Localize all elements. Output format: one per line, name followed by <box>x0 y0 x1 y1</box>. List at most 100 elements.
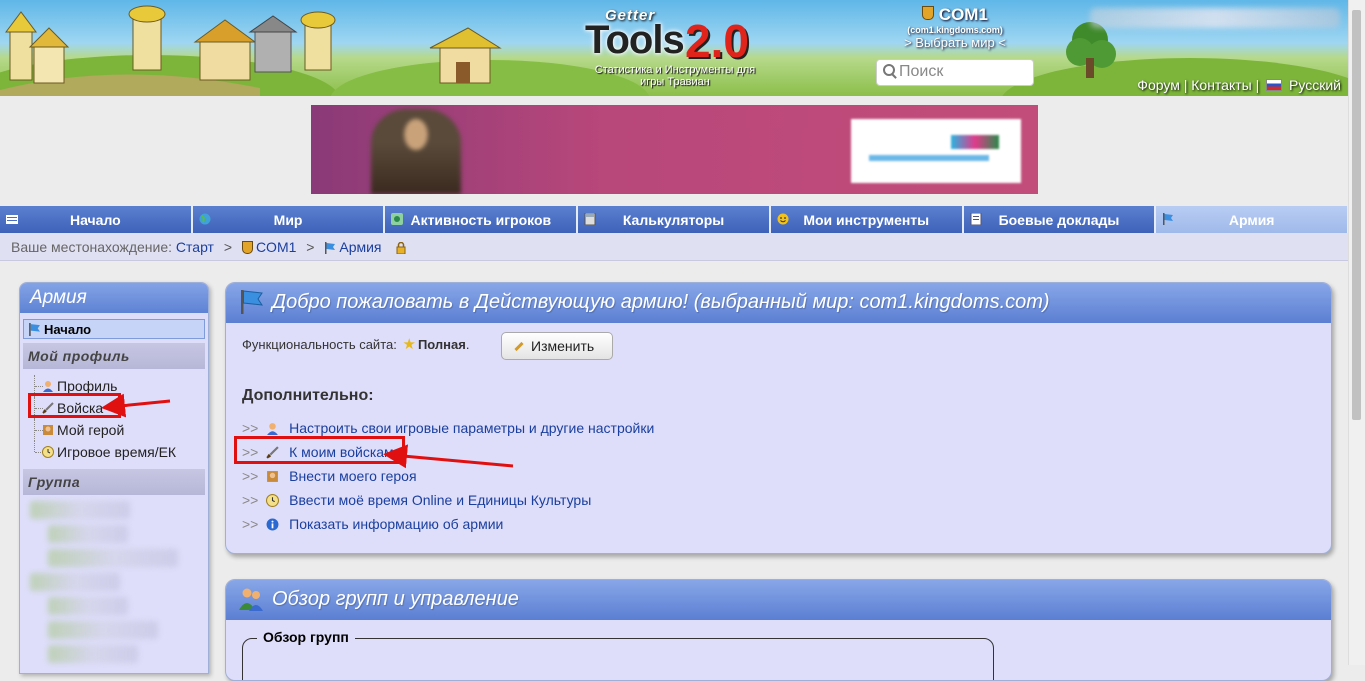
tab-home[interactable]: Начало <box>0 206 193 233</box>
site-functionality: Функциональность сайта: ★ Полная. <box>242 336 470 353</box>
shield-icon <box>922 6 935 20</box>
blurred-group-item <box>48 525 128 543</box>
breadcrumb-army-link[interactable]: Армия <box>339 239 381 255</box>
world-selector: COM1 (com1.kingdoms.com) > Выбрать мир < <box>880 5 1030 50</box>
arrow-marker: >> <box>242 516 259 532</box>
tab-my-tools[interactable]: Мои инструменты <box>770 206 964 233</box>
groups-overview-fieldset: Обзор групп <box>242 629 994 680</box>
blurred-group-item <box>48 621 158 639</box>
info-icon <box>266 518 279 531</box>
tab-label: Мир <box>273 211 303 228</box>
change-button[interactable]: Изменить <box>501 332 613 360</box>
tab-calculators[interactable]: Калькуляторы <box>578 206 771 233</box>
settings-link[interactable]: Настроить свои игровые параметры и други… <box>289 420 654 436</box>
blurred-group-item <box>48 597 128 615</box>
annotation-highlight-box <box>28 393 121 418</box>
sidebar-item-game-time[interactable]: Игровое время/ЕК <box>20 441 208 463</box>
online-time-link[interactable]: Ввести моё время Online и Единицы Культу… <box>289 492 591 508</box>
hero-icon <box>267 471 279 482</box>
clock-icon <box>266 494 280 507</box>
russian-flag-icon <box>1266 79 1283 91</box>
globe-icon <box>199 213 211 225</box>
blurred-group-item <box>48 549 178 567</box>
tab-label: Мои инструменты <box>803 211 930 228</box>
search-input[interactable]: Поиск <box>876 59 1034 86</box>
world-domain: (com1.kingdoms.com) <box>907 25 1003 35</box>
flag-icon <box>241 290 264 314</box>
shield-icon <box>241 241 253 254</box>
hero-icon <box>43 425 53 435</box>
groups-overview-legend: Обзор групп <box>257 629 355 645</box>
page-scrollbar[interactable] <box>1348 0 1365 665</box>
pencil-icon <box>514 341 524 352</box>
enter-hero-link[interactable]: Внести моего героя <box>289 468 416 484</box>
sidebar-item-start[interactable]: Начало <box>23 319 205 339</box>
tab-battle-reports[interactable]: Боевые доклады <box>963 206 1157 233</box>
functionality-label: Функциональность сайта: <box>242 337 397 352</box>
star-icon: ★ <box>402 336 416 353</box>
groups-title: Обзор групп и управление <box>272 588 519 610</box>
welcome-panel: Добро пожаловать в Действующую армию! (в… <box>225 282 1332 554</box>
welcome-title: Добро пожаловать в Действующую армию! (в… <box>272 291 1050 313</box>
advertisement-banner[interactable] <box>311 105 1038 194</box>
list-item: >> Внести моего героя <box>242 464 654 488</box>
main-nav: Начало Мир Активность игроков Калькулято… <box>0 206 1350 233</box>
blurred-user-info <box>1090 8 1340 28</box>
welcome-panel-header: Добро пожаловать в Действующую армию! (в… <box>226 283 1331 323</box>
breadcrumb-world-link[interactable]: COM1 <box>256 239 296 255</box>
sidebar-item-my-hero[interactable]: Мой герой <box>20 419 208 441</box>
functionality-value: Полная <box>417 337 466 352</box>
header-links: Форум | Контакты | Русский <box>1137 77 1341 93</box>
tab-label: Армия <box>1228 211 1275 228</box>
blurred-group-item <box>30 573 120 591</box>
contacts-link[interactable]: Контакты <box>1191 77 1251 93</box>
sidebar-item-label: Начало <box>44 322 92 337</box>
additional-heading: Дополнительно: <box>242 387 374 404</box>
additional-links: >> Настроить свои игровые параметры и др… <box>242 416 654 536</box>
change-button-label: Изменить <box>531 338 595 354</box>
language-link[interactable]: Русский <box>1289 77 1341 93</box>
tab-label: Начало <box>69 211 121 228</box>
tab-player-activity[interactable]: Активность игроков <box>385 206 579 233</box>
sidebar: Армия Начало Мой профиль Профиль Войска … <box>19 282 209 674</box>
site-logo[interactable]: Getter Tools 2.0 Статистика и Инструмент… <box>585 4 765 88</box>
select-world-link[interactable]: > Выбрать мир < <box>880 35 1030 50</box>
tab-world[interactable]: Мир <box>192 206 386 233</box>
breadcrumb-start-link[interactable]: Старт <box>176 239 214 255</box>
smiley-icon <box>777 213 789 225</box>
sidebar-section-group: Группа <box>23 469 205 495</box>
logo-tools: Tools <box>585 18 685 62</box>
world-name: COM1 <box>880 5 1030 25</box>
village-buildings-illustration <box>0 5 502 96</box>
site-header: Getter Tools 2.0 Статистика и Инструмент… <box>0 0 1349 96</box>
sidebar-section-my-profile: Мой профиль <box>23 343 205 369</box>
arrow-marker: >> <box>242 492 259 508</box>
clock-icon <box>42 446 54 458</box>
sidebar-item-label: Игровое время/ЕК <box>57 444 177 460</box>
army-info-link[interactable]: Показать информацию об армии <box>289 516 503 532</box>
activity-icon <box>391 213 404 225</box>
flag-icon <box>325 242 336 254</box>
flag-icon <box>1163 213 1174 225</box>
tab-label: Боевые доклады <box>998 211 1120 228</box>
tab-label: Активность игроков <box>410 211 552 228</box>
tab-army[interactable]: Армия <box>1156 206 1350 233</box>
lock-icon[interactable] <box>395 242 407 254</box>
ad-logo-box <box>851 119 1021 183</box>
arrow-marker: >> <box>242 420 259 436</box>
home-icon <box>6 215 18 224</box>
list-item: >> Показать информацию об армии <box>242 512 654 536</box>
breadcrumb-separator: > <box>223 239 233 255</box>
scrollbar-thumb[interactable] <box>1352 10 1361 420</box>
link-separator: | <box>1183 77 1188 93</box>
breadcrumb: Ваше местонахождение: Старт > COM1 > Арм… <box>0 233 1349 261</box>
annotation-highlight-box <box>234 436 405 464</box>
breadcrumb-prefix: Ваше местонахождение: <box>11 239 173 255</box>
groups-panel: Обзор групп и управление Обзор групп <box>225 579 1332 681</box>
logo-version: 2.0 <box>685 15 749 67</box>
user-icon <box>267 423 279 435</box>
breadcrumb-separator: > <box>306 239 315 255</box>
list-item: >> Ввести моё время Online и Единицы Кул… <box>242 488 654 512</box>
flag-icon <box>29 323 40 336</box>
forum-link[interactable]: Форум <box>1137 77 1180 93</box>
